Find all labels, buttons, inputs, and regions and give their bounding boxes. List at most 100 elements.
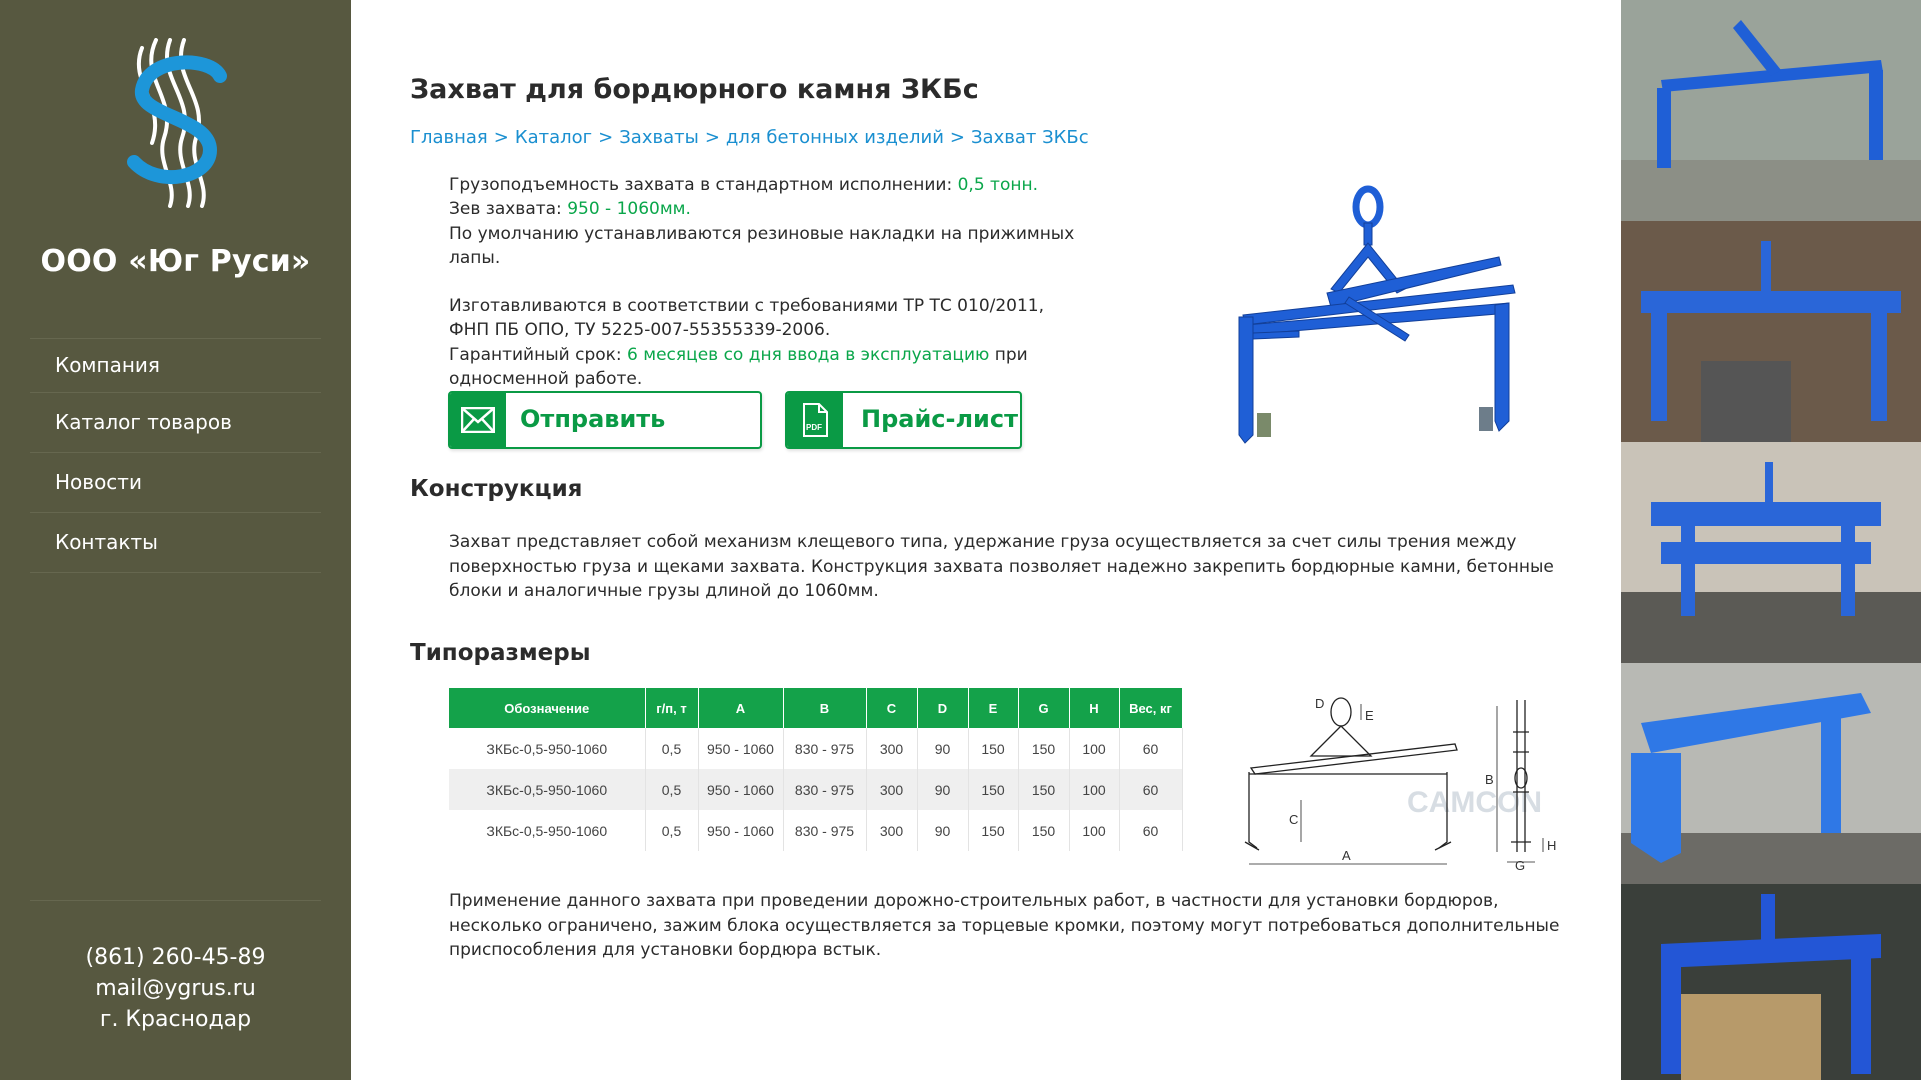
- pdf-badge: PDF: [806, 423, 822, 432]
- table-cell: 150: [1018, 769, 1070, 810]
- capacity-label: Грузоподъемность захвата в стандартном и…: [449, 175, 958, 195]
- pdf-icon: PDF: [787, 393, 843, 447]
- table-header: C: [866, 688, 918, 728]
- sizes-heading: Типоразмеры: [410, 640, 591, 666]
- contact-email[interactable]: mail@ygrus.ru: [0, 973, 351, 1004]
- table-cell: 830 - 975: [783, 810, 867, 851]
- dimensions-drawing: CAMCON A B C D E G H: [1244, 696, 1556, 872]
- table-cell: 60: [1119, 810, 1183, 851]
- divider: [30, 900, 321, 901]
- page-title: Захват для бордюрного камня ЗКБс: [410, 74, 979, 105]
- breadcrumb-separator: >: [949, 127, 965, 148]
- usage-text: Применение данного захвата при проведени…: [449, 891, 1560, 960]
- jaw-value: 950 - 1060мм.: [567, 199, 691, 220]
- breadcrumb: Главная > Каталог > Захваты > для бетонных изд…: [410, 127, 1089, 148]
- price-list-label: Прайс-лист: [861, 405, 1018, 433]
- gallery-photo[interactable]: [1621, 0, 1921, 221]
- gallery-photo[interactable]: [1621, 663, 1921, 884]
- table-cell: 100: [1069, 728, 1120, 769]
- table-header: г/п, т: [645, 688, 699, 728]
- gallery-photo[interactable]: [1621, 221, 1921, 442]
- breadcrumb-separator: >: [493, 127, 509, 148]
- table-cell: 150: [1018, 728, 1070, 769]
- dim-label-c: C: [1289, 812, 1298, 827]
- table-header: Вес, кг: [1119, 688, 1183, 728]
- standards-line-2: ФНП ПБ ОПО, ТУ 5225-007-55355339-2006.: [449, 320, 831, 341]
- capacity-value: 0,5 тонн.: [957, 175, 1038, 195]
- send-request-button[interactable]: Отправить заявку: [448, 391, 762, 449]
- table-cell: 950 - 1060: [698, 769, 784, 810]
- contacts-block: (861) 260-45-89 mail@ygrus.ru г. Краснод…: [0, 942, 351, 1035]
- main-nav: Компания Каталог товаров Новости Контакт…: [30, 338, 321, 573]
- drawing-watermark: CAMCON: [1407, 786, 1542, 819]
- construction-heading: Конструкция: [410, 476, 583, 502]
- table-row: ЗКБс-0,5-950-1060 0,5 950 - 1060 830 - 9…: [449, 810, 1183, 851]
- table-cell: 150: [968, 769, 1019, 810]
- table-header: Обозначение: [449, 688, 646, 728]
- table-cell: 0,5: [645, 728, 699, 769]
- breadcrumb-current[interactable]: Захват ЗКБс: [971, 127, 1089, 148]
- sizes-table: Обозначение г/п, т A B C D E G H Вес, кг…: [449, 688, 1183, 851]
- dim-label-h: H: [1547, 838, 1556, 853]
- table-row: ЗКБс-0,5-950-1060 0,5 950 - 1060 830 - 9…: [449, 728, 1183, 769]
- contact-phone[interactable]: (861) 260-45-89: [0, 942, 351, 973]
- breadcrumb-catalog[interactable]: Каталог: [515, 127, 592, 148]
- breadcrumb-separator: >: [704, 127, 720, 148]
- breadcrumb-home[interactable]: Главная: [410, 127, 488, 148]
- table-cell: 90: [917, 728, 969, 769]
- table-cell: 830 - 975: [783, 728, 867, 769]
- nav-item-company[interactable]: Компания: [30, 339, 321, 393]
- dim-label-e: E: [1365, 708, 1374, 723]
- pads-text: По умолчанию устанавливаются резиновые н…: [449, 223, 1075, 268]
- table-cell: 150: [968, 728, 1019, 769]
- company-logo[interactable]: [118, 38, 236, 208]
- breadcrumb-separator: >: [598, 127, 614, 148]
- nav-item-contacts[interactable]: Контакты: [30, 513, 321, 573]
- main-content: Захват для бордюрного камня ЗКБс Главная…: [351, 0, 1621, 1080]
- table-header: D: [917, 688, 969, 728]
- table-cell: 60: [1119, 728, 1183, 769]
- gallery-photo[interactable]: [1621, 442, 1921, 663]
- table-cell: 60: [1119, 769, 1183, 810]
- company-name: ООО «Юг Руси»: [40, 244, 311, 279]
- product-image: [1238, 185, 1516, 444]
- dim-label-g: G: [1515, 858, 1525, 872]
- table-cell: 950 - 1060: [698, 810, 784, 851]
- nav-item-catalog[interactable]: Каталог товаров: [30, 393, 321, 453]
- breadcrumb-concrete[interactable]: для бетонных изделий: [726, 127, 944, 148]
- spec-block: Грузоподъемность захвата в стандартном и…: [449, 173, 1109, 391]
- table-cell: 300: [866, 810, 918, 851]
- dim-label-d: D: [1315, 696, 1324, 711]
- nav-item-news[interactable]: Новости: [30, 453, 321, 513]
- send-request-label: Отправить заявку: [520, 405, 666, 433]
- table-cell: 150: [968, 810, 1019, 851]
- table-row: ЗКБс-0,5-950-1060 0,5 950 - 1060 830 - 9…: [449, 769, 1183, 810]
- price-list-button[interactable]: PDF Прайс-лист: [785, 391, 1022, 449]
- table-cell: 150: [1018, 810, 1070, 851]
- photo-gallery: [1621, 0, 1921, 1080]
- gallery-photo[interactable]: [1621, 884, 1921, 1080]
- table-header: H: [1069, 688, 1120, 728]
- table-header: A: [698, 688, 784, 728]
- table-header: B: [783, 688, 867, 728]
- breadcrumb-grips[interactable]: Захваты: [619, 127, 699, 148]
- table-cell: 0,5: [645, 810, 699, 851]
- table-cell: 100: [1069, 810, 1120, 851]
- standards-line-1: Изготавливаются в соответствии с требова…: [449, 296, 1045, 317]
- table-cell: 100: [1069, 769, 1120, 810]
- table-cell: 950 - 1060: [698, 728, 784, 769]
- table-cell: ЗКБс-0,5-950-1060: [449, 769, 646, 810]
- jaw-label: Зев захвата:: [449, 199, 568, 220]
- table-cell: 300: [866, 728, 918, 769]
- dim-label-a: A: [1342, 848, 1351, 863]
- construction-text: Захват представляет собой механизм клеще…: [449, 532, 1554, 601]
- warranty-value: 6 месяцев со дня ввода в эксплуатацию: [627, 344, 990, 365]
- table-header: G: [1018, 688, 1070, 728]
- warranty-label: Гарантийный срок:: [449, 344, 628, 365]
- table-header-row: Обозначение г/п, т A B C D E G H Вес, кг: [449, 688, 1183, 728]
- table-cell: 90: [917, 769, 969, 810]
- table-cell: 830 - 975: [783, 769, 867, 810]
- table-cell: ЗКБс-0,5-950-1060: [449, 810, 646, 851]
- table-cell: 0,5: [645, 769, 699, 810]
- table-header: E: [968, 688, 1019, 728]
